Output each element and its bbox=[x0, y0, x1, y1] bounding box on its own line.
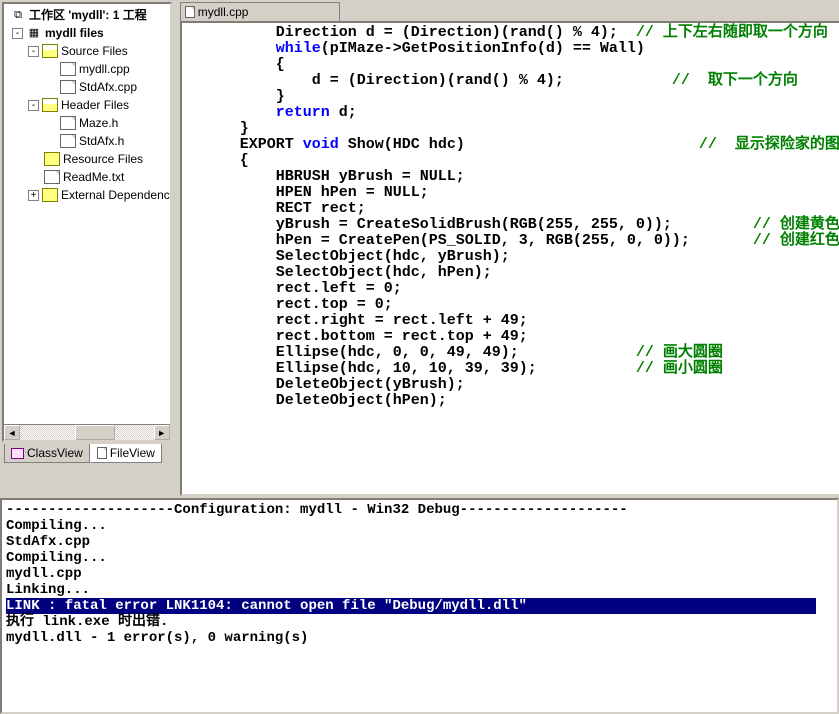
tab-label: FileView bbox=[110, 446, 155, 460]
scroll-left-button[interactable]: ◄ bbox=[4, 425, 20, 440]
horizontal-scrollbar[interactable]: ◄ ► bbox=[4, 424, 170, 440]
tree-file[interactable]: StdAfx.h bbox=[4, 132, 170, 150]
project-icon: ▦ bbox=[26, 26, 42, 40]
collapse-icon[interactable]: - bbox=[28, 46, 39, 57]
tree-workspace[interactable]: ⧉ 工作区 'mydll': 1 工程 bbox=[4, 6, 170, 24]
tree-folder-header[interactable]: - Header Files bbox=[4, 96, 170, 114]
tree-file[interactable]: mydll.cpp bbox=[4, 60, 170, 78]
tree-label: mydll.cpp bbox=[79, 60, 130, 78]
tab-classview[interactable]: ClassView bbox=[4, 444, 90, 463]
tree-label: mydll files bbox=[45, 24, 104, 42]
cpp-file-icon bbox=[60, 62, 76, 76]
classview-icon bbox=[11, 448, 24, 459]
txt-file-icon bbox=[44, 170, 60, 184]
tree-label: ReadMe.txt bbox=[63, 168, 124, 186]
tab-fileview[interactable]: FileView bbox=[90, 444, 162, 463]
folder-open-icon bbox=[42, 44, 58, 58]
cpp-file-icon bbox=[60, 80, 76, 94]
folder-icon bbox=[44, 152, 60, 166]
scroll-right-button[interactable]: ► bbox=[154, 425, 170, 440]
collapse-icon[interactable]: - bbox=[12, 28, 23, 39]
folder-open-icon bbox=[42, 98, 58, 112]
scroll-thumb[interactable] bbox=[75, 425, 115, 440]
editor-filename: mydll.cpp bbox=[198, 5, 249, 19]
file-tree[interactable]: ⧉ 工作区 'mydll': 1 工程 - ▦ mydll files - So… bbox=[2, 2, 172, 442]
collapse-icon[interactable]: - bbox=[28, 100, 39, 111]
tree-file[interactable]: ReadMe.txt bbox=[4, 168, 170, 186]
h-file-icon bbox=[60, 116, 76, 130]
tree-file[interactable]: Maze.h bbox=[4, 114, 170, 132]
editor-panel: mydll.cpp Direction d = (Direction)(rand… bbox=[174, 0, 839, 498]
tree-label: Maze.h bbox=[79, 114, 118, 132]
tree-project[interactable]: - ▦ mydll files bbox=[4, 24, 170, 42]
tree-folder-source[interactable]: - Source Files bbox=[4, 42, 170, 60]
build-output[interactable]: --------------------Configuration: mydll… bbox=[0, 498, 839, 714]
tree-folder-external[interactable]: + External Dependenc bbox=[4, 186, 170, 204]
error-line[interactable]: LINK : fatal error LNK1104: cannot open … bbox=[6, 598, 816, 614]
expand-icon[interactable]: + bbox=[28, 190, 39, 201]
workspace-tabs: ClassView FileView bbox=[2, 444, 172, 463]
tree-label: StdAfx.h bbox=[79, 132, 124, 150]
code-editor[interactable]: Direction d = (Direction)(rand() % 4); /… bbox=[182, 23, 839, 411]
workspace-icon: ⧉ bbox=[10, 8, 26, 22]
tree-label: Source Files bbox=[61, 42, 128, 60]
workspace-panel: ⧉ 工作区 'mydll': 1 工程 - ▦ mydll files - So… bbox=[0, 0, 174, 498]
tree-file[interactable]: StdAfx.cpp bbox=[4, 78, 170, 96]
fileview-icon bbox=[97, 447, 107, 459]
tree-label: 工作区 'mydll': 1 工程 bbox=[29, 6, 147, 24]
h-file-icon bbox=[60, 134, 76, 148]
tab-label: ClassView bbox=[27, 446, 83, 460]
tree-label: Header Files bbox=[61, 96, 129, 114]
tree-label: External Dependenc bbox=[61, 186, 170, 204]
folder-icon bbox=[42, 188, 58, 202]
scroll-track[interactable] bbox=[20, 425, 154, 440]
tree-folder-resource[interactable]: Resource Files bbox=[4, 150, 170, 168]
tree-label: Resource Files bbox=[63, 150, 143, 168]
editor-file-tab[interactable]: mydll.cpp bbox=[180, 2, 340, 21]
tree-label: StdAfx.cpp bbox=[79, 78, 137, 96]
file-icon bbox=[185, 6, 195, 18]
